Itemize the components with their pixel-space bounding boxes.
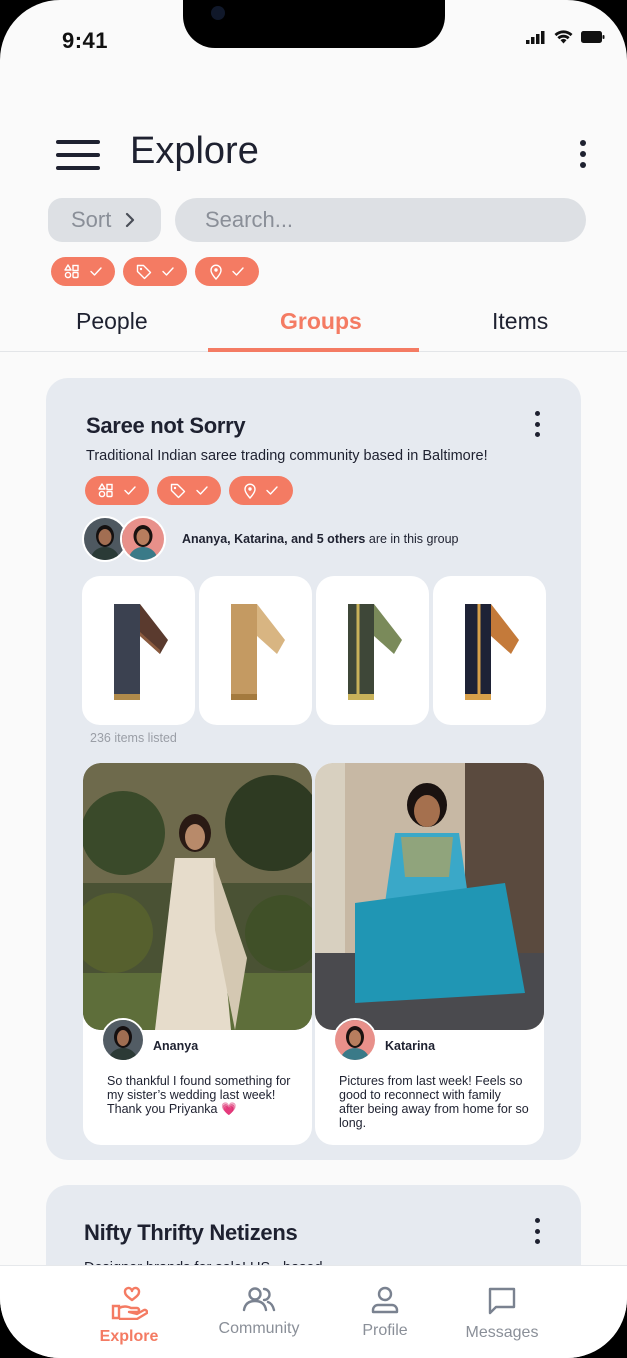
avatar: [120, 516, 166, 562]
tab-people[interactable]: People: [76, 308, 148, 335]
battery-icon: [581, 31, 605, 43]
page-title: Explore: [130, 130, 259, 172]
menu-icon[interactable]: [56, 140, 100, 170]
location-pin-icon: [244, 483, 256, 499]
heart-hand-icon: [111, 1286, 148, 1320]
active-tab-indicator: [208, 348, 419, 352]
location-pin-icon: [210, 264, 222, 280]
group-tag-tag[interactable]: [157, 476, 221, 505]
check-icon: [162, 267, 174, 276]
tab-bar: People Groups Items: [0, 296, 627, 352]
group-options-icon[interactable]: [533, 1218, 541, 1244]
check-icon: [196, 486, 208, 495]
camera: [211, 6, 225, 20]
group-description: Traditional Indian saree trading communi…: [86, 448, 488, 464]
group-name: Saree not Sorry: [86, 413, 246, 438]
bottom-nav: Explore Community Profile Messages: [0, 1265, 627, 1358]
nav-label: Community: [218, 1320, 300, 1337]
phone-screen: 9:41 Explore Sort People Groups Items: [0, 0, 627, 1358]
status-icons: [526, 30, 605, 44]
tab-groups[interactable]: Groups: [280, 308, 362, 335]
filter-chips: [51, 257, 259, 286]
items-count: 236 items listed: [90, 731, 177, 745]
group-options-icon[interactable]: [533, 411, 541, 437]
tab-items[interactable]: Items: [492, 308, 548, 335]
check-icon: [232, 267, 244, 276]
author-avatar[interactable]: [101, 1018, 145, 1062]
filter-chip-tag[interactable]: [123, 257, 187, 286]
nav-community[interactable]: Community: [204, 1286, 314, 1338]
group-members[interactable]: Ananya, Katarina, and 5 others are in th…: [82, 516, 459, 562]
status-time: 9:41: [62, 28, 109, 53]
shapes-icon: [64, 264, 79, 279]
saree-image: [347, 603, 402, 700]
group-tag-location[interactable]: [229, 476, 293, 505]
item-thumbnail[interactable]: [316, 576, 429, 725]
post-author: Katarina: [385, 1039, 436, 1053]
saree-image: [464, 603, 519, 700]
check-icon: [90, 267, 102, 276]
group-card[interactable]: Saree not Sorry Traditional Indian saree…: [46, 378, 581, 1160]
group-post[interactable]: Katarina Pictures from last week! Feels …: [315, 763, 544, 1145]
tag-icon: [170, 483, 186, 498]
filter-chip-location[interactable]: [195, 257, 259, 286]
search-input[interactable]: [175, 198, 586, 242]
sort-label: Sort: [71, 207, 112, 232]
nav-label: Profile: [362, 1322, 408, 1339]
item-thumbnail[interactable]: [199, 576, 312, 725]
author-avatar[interactable]: [333, 1018, 377, 1062]
group-tags: [85, 476, 293, 505]
nav-label: Messages: [465, 1324, 539, 1341]
check-icon: [266, 486, 278, 495]
item-thumbnail[interactable]: [433, 576, 546, 725]
saree-image: [113, 603, 168, 700]
nav-messages[interactable]: Messages: [447, 1286, 557, 1342]
group-tag-category[interactable]: [85, 476, 149, 505]
post-author: Ananya: [153, 1039, 199, 1053]
people-icon: [242, 1287, 276, 1312]
signal-icon: [526, 30, 545, 44]
tag-icon: [136, 264, 152, 279]
chevron-right-icon: [126, 212, 135, 228]
nav-profile[interactable]: Profile: [330, 1286, 440, 1340]
shapes-icon: [98, 483, 113, 498]
check-icon: [124, 486, 136, 495]
nav-explore[interactable]: Explore: [74, 1286, 184, 1346]
nav-label: Explore: [99, 1328, 159, 1345]
post-photo: [83, 763, 312, 1030]
item-thumbnails: [82, 576, 546, 725]
group-name: Nifty Thrifty Netizens: [84, 1220, 298, 1245]
chat-bubble-icon: [488, 1287, 516, 1315]
saree-image: [230, 603, 285, 700]
person-icon: [371, 1286, 399, 1314]
item-thumbnail[interactable]: [82, 576, 195, 725]
post-text: So thankful I found something for my sis…: [107, 1074, 291, 1116]
sort-button[interactable]: Sort: [48, 198, 161, 242]
wifi-icon: [554, 30, 573, 44]
post-photo: [315, 763, 544, 1030]
group-post[interactable]: Ananya So thankful I found something for…: [83, 763, 312, 1145]
post-text: Pictures from last week! Feels so good t…: [339, 1074, 529, 1130]
filter-chip-category[interactable]: [51, 257, 115, 286]
more-options-icon[interactable]: [579, 140, 587, 168]
members-summary: Ananya, Katarina, and 5 others are in th…: [182, 532, 459, 546]
notch: [183, 0, 445, 48]
